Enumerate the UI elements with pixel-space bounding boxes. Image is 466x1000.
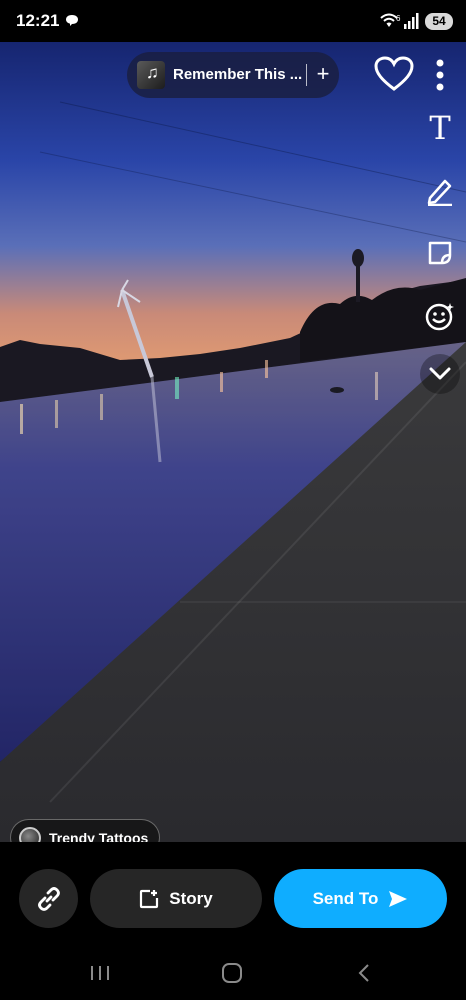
send-to-button[interactable]: Send To [274,869,447,928]
pencil-icon[interactable] [420,171,460,211]
home-icon[interactable] [212,958,252,988]
heart-icon[interactable] [372,52,416,96]
more-vertical-icon[interactable] [426,56,454,94]
battery-icon: 54 [425,13,453,30]
music-title: Remember This ... [173,66,303,83]
wifi-badge: 6 [396,14,401,23]
sticker-icon[interactable] [420,233,460,273]
status-time: 12:21 [16,11,60,30]
add-music-button[interactable]: + [312,60,334,88]
story-button[interactable]: Story [90,869,262,928]
status-bar: 12:21 6 54 [0,0,466,42]
back-icon[interactable] [344,958,384,988]
captured-photo[interactable] [0,42,466,842]
chat-bubble-icon [65,14,79,32]
add-story-icon [140,889,159,908]
text-tool-label: T [429,109,451,147]
link-button[interactable] [19,869,78,928]
signal-icon [404,13,420,34]
link-icon [37,886,60,911]
text-icon[interactable]: T [420,108,460,148]
music-pill[interactable]: ♫ Remember This ... [127,52,339,98]
send-arrow-icon [389,890,408,907]
send-label: Send To [312,888,379,908]
chevron-down-icon[interactable] [420,354,460,394]
wifi-icon: 6 [380,12,402,35]
music-note-icon: ♫ [137,61,165,89]
music-divider [306,64,307,86]
story-label: Story [169,888,213,908]
smiley-icon[interactable] [420,296,460,336]
recents-icon[interactable] [80,958,120,988]
